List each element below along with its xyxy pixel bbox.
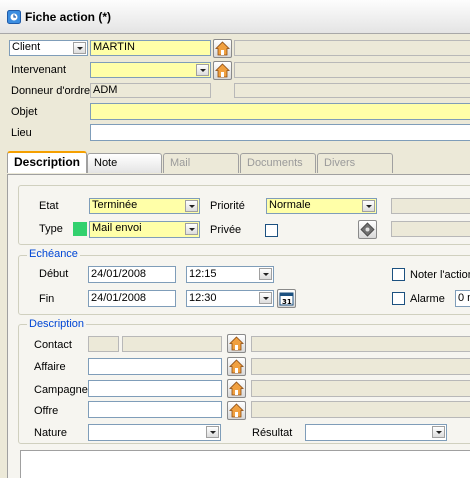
contact-extra-field [251,336,470,352]
priorite-value: Normale [269,199,311,211]
contact-home-button[interactable] [227,334,246,353]
type-value: Mail envoi [92,222,142,234]
home-icon [229,403,244,418]
privee-checkbox[interactable] [265,224,278,237]
intervenant-extra-field [234,62,470,78]
tab-documents: Documents [240,153,316,173]
description-title: Description [27,318,87,330]
donneur-field: ADM [90,83,211,98]
calendar-icon: 31 [279,292,294,306]
offre-home-button[interactable] [227,401,246,420]
home-icon [229,381,244,396]
objet-label: Objet [11,106,38,118]
priorite-select[interactable]: Normale [266,198,377,214]
chevron-down-icon[interactable] [259,268,272,280]
affaire-home-button[interactable] [227,357,246,376]
client-type-select[interactable]: Client [9,40,88,56]
type-select[interactable]: Mail envoi [89,221,200,238]
tab-note[interactable]: Note [87,153,162,173]
home-icon [215,41,230,56]
svg-text:31: 31 [282,298,292,306]
privee-label: Privée [210,224,242,236]
noter-label: Noter l'action [410,269,470,281]
chevron-down-icon[interactable] [73,42,86,54]
status-extra-field [391,198,470,214]
offre-extra-field [251,401,470,418]
tab-description[interactable]: Description [7,151,87,173]
debut-time-select[interactable]: 12:15 [186,266,274,283]
home-icon [215,63,230,78]
intervenant-select[interactable] [90,62,211,78]
chevron-down-icon[interactable] [185,200,198,212]
debut-time-value: 12:15 [189,268,217,280]
resultat-select[interactable] [305,424,447,441]
nature-label: Nature [34,427,68,439]
contact-code-field [88,336,119,352]
fin-date-field[interactable]: 24/01/2008 [88,290,176,307]
diamond-icon [360,222,375,237]
chevron-down-icon[interactable] [196,64,209,76]
resultat-label: Résultat [252,427,293,439]
campagne-label: Campagne [34,384,88,396]
contact-label: Contact [34,339,72,351]
options-button[interactable] [358,220,377,239]
intervenant-home-button[interactable] [213,61,232,80]
fin-time-select[interactable]: 12:30 [186,290,274,307]
chevron-down-icon[interactable] [432,426,445,438]
chevron-down-icon[interactable] [259,292,272,304]
alarme-checkbox[interactable] [392,292,405,305]
home-icon [229,359,244,374]
chevron-down-icon[interactable] [185,223,198,235]
offre-label: Offre [34,405,59,417]
debut-date-field[interactable]: 24/01/2008 [88,266,176,283]
alarme-delay-field[interactable]: 0 m [455,290,470,307]
client-home-button[interactable] [213,39,232,58]
etat-value: Terminée [92,199,138,211]
notes-textarea[interactable] [20,450,470,478]
type-label: Type [39,223,63,235]
client-field[interactable]: MARTIN [90,40,211,56]
home-icon [229,336,244,351]
donneur-extra-field [234,83,470,98]
etat-select[interactable]: Terminée [89,198,200,214]
client-type-value: Client [12,41,41,53]
etat-label: Etat [39,200,59,212]
fin-label: Fin [39,293,55,305]
contact-field [122,336,222,352]
debut-label: Début [39,268,69,280]
type-color-swatch [73,222,87,236]
offre-field[interactable] [88,401,222,418]
affaire-field[interactable] [88,358,222,375]
tab-mail: Mail [163,153,239,173]
nature-select[interactable] [88,424,221,441]
priorite-label: Priorité [210,200,245,212]
campagne-field[interactable] [88,380,222,397]
window-title: Fiche action (*) [25,10,112,24]
affaire-label: Affaire [34,361,66,373]
alarme-label: Alarme [410,293,445,305]
chevron-down-icon[interactable] [362,200,375,212]
noter-checkbox[interactable] [392,268,405,281]
campagne-extra-field [251,380,470,397]
lieu-field[interactable] [90,124,470,141]
echeance-title: Echéance [27,248,80,260]
client-extra-field [234,40,470,56]
type-extra-field [391,221,470,237]
app-icon [7,10,21,24]
tab-divers: Divers [317,153,393,173]
intervenant-label: Intervenant [11,64,67,76]
donneur-label: Donneur d'ordre [11,85,91,97]
campagne-home-button[interactable] [227,379,246,398]
calendar-button[interactable]: 31 [277,289,296,308]
lieu-label: Lieu [11,127,32,139]
affaire-extra-field [251,358,470,375]
chevron-down-icon[interactable] [206,426,219,438]
objet-field[interactable] [90,103,470,120]
fin-time-value: 12:30 [189,292,217,304]
